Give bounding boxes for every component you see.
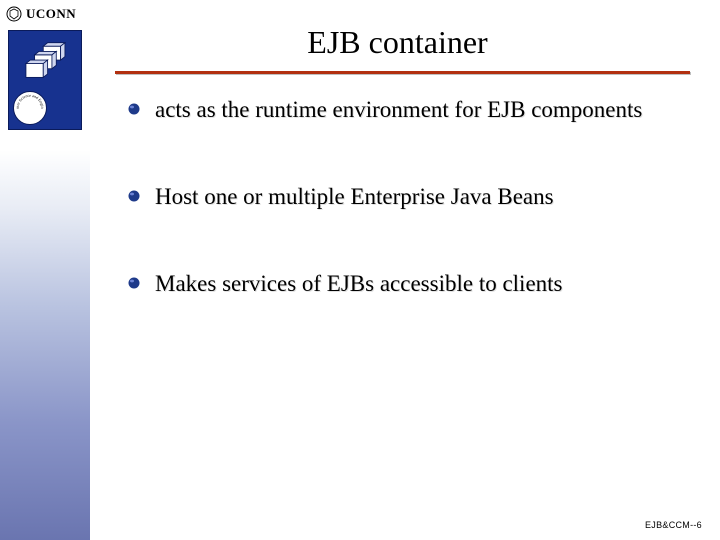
list-item: acts as the runtime environment for EJB …: [127, 96, 690, 125]
bullet-text: acts as the runtime environment for EJB …: [155, 96, 642, 125]
uconn-label: UCONN: [26, 6, 76, 22]
bullet-list: acts as the runtime environment for EJB …: [127, 96, 690, 298]
uconn-logo: UCONN: [6, 6, 76, 22]
sidebar-gradient: [0, 150, 90, 540]
list-item: Host one or multiple Enterprise Java Bea…: [127, 183, 690, 212]
title-rule: [115, 71, 690, 74]
list-item: Makes services of EJBs accessible to cli…: [127, 270, 690, 299]
dept-logo: Computer Science and Engineering: [8, 30, 82, 130]
slide-title: EJB container: [135, 24, 660, 61]
bullet-icon: [127, 189, 141, 203]
sidebar: UCONN: [0, 0, 90, 540]
stacked-boxes-icon: [19, 41, 71, 93]
bullet-text: Host one or multiple Enterprise Java Bea…: [155, 183, 554, 212]
bullet-icon: [127, 276, 141, 290]
dept-seal-icon: Computer Science and Engineering: [13, 91, 47, 125]
slide-content: EJB container acts as the runtime enviro…: [95, 0, 720, 540]
uconn-seal-icon: [6, 6, 22, 22]
bullet-text: Makes services of EJBs accessible to cli…: [155, 270, 563, 299]
bullet-icon: [127, 102, 141, 116]
slide-footer: EJB&CCM--6: [645, 520, 702, 530]
svg-text:Computer Science and Engineeri: Computer Science and Engineering: [14, 91, 45, 109]
